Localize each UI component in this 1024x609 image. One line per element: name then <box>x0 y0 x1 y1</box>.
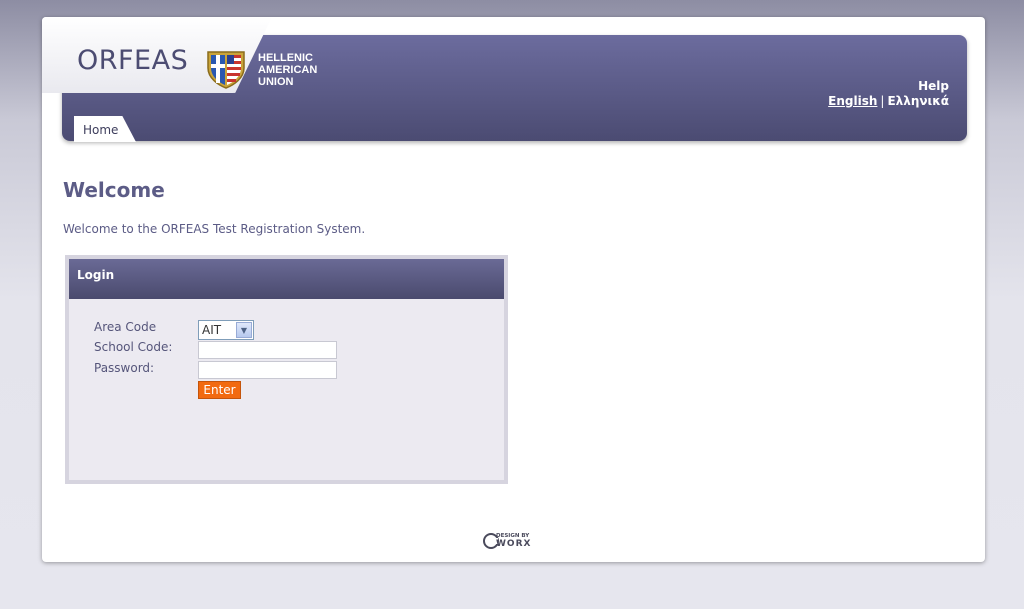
login-panel-title: Login <box>69 259 504 299</box>
worx-text: WORX <box>496 539 531 549</box>
org-name-line2: AMERICAN <box>258 64 318 76</box>
password-label: Password: <box>94 361 155 375</box>
org-name-line1: HELLENIC <box>258 52 313 64</box>
welcome-text: Welcome to the ORFEAS Test Registration … <box>63 222 366 236</box>
password-input[interactable] <box>198 361 337 379</box>
lang-greek-link[interactable]: Ελληνικά <box>887 94 949 108</box>
school-code-label: School Code: <box>94 340 173 354</box>
help-link[interactable]: Help <box>828 79 949 93</box>
area-code-select[interactable]: AIT ▼ <box>198 320 254 340</box>
chevron-down-icon[interactable]: ▼ <box>236 322 252 338</box>
school-code-input[interactable] <box>198 341 337 359</box>
org-name: HELLENIC AMERICAN UNION <box>258 52 317 88</box>
design-by-worx-logo: DESIGN BY WORX <box>483 533 531 549</box>
header-links: Help English | Ελληνικά <box>828 79 949 108</box>
org-name-line3: UNION <box>258 76 294 88</box>
site-logo[interactable]: ORFEAS <box>77 45 188 76</box>
login-panel: Login Area Code AIT ▼ School Code: Passw… <box>65 255 508 484</box>
area-code-selected-value: AIT <box>202 323 222 337</box>
lang-english-link[interactable]: English <box>828 94 877 108</box>
page-container: Help English | Ελληνικά ORFEAS HELLENIC AM… <box>42 17 985 562</box>
lang-separator: | <box>880 94 885 108</box>
area-code-label: Area Code <box>94 320 157 334</box>
page-title: Welcome <box>63 178 165 202</box>
hau-crest-icon <box>207 51 245 89</box>
enter-button[interactable]: Enter <box>198 381 241 399</box>
